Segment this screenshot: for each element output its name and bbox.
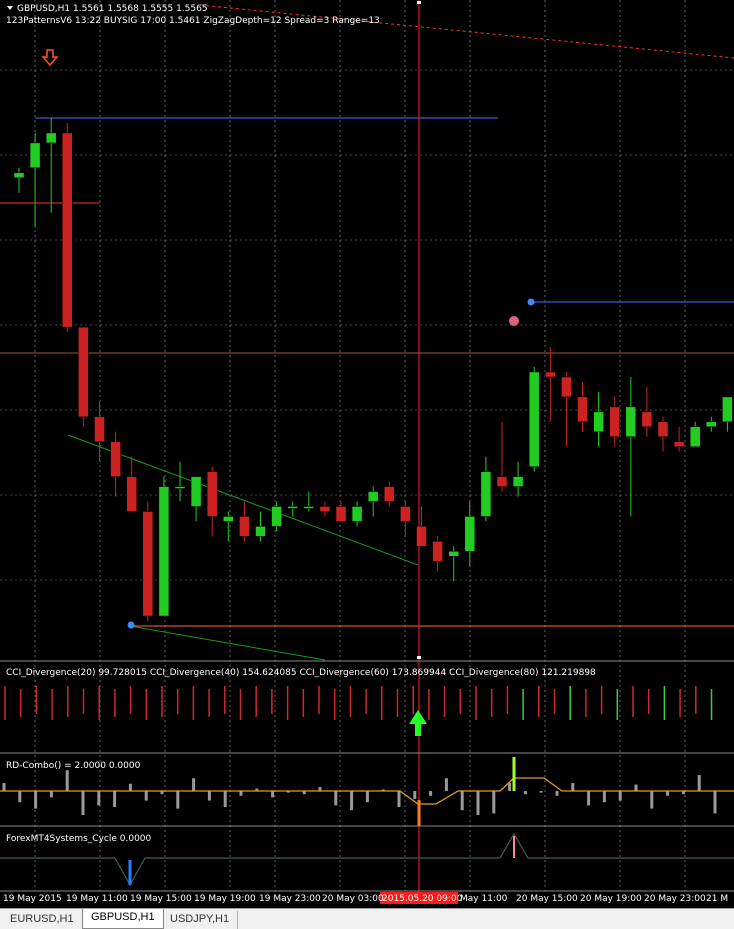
time-axis-label: 21 M	[706, 894, 728, 904]
symbol-tab-bar: EURUSD,H1 GBPUSD,H1 USDJPY,H1	[0, 908, 734, 929]
crosshair-handle-top[interactable]	[417, 1, 421, 4]
time-axis-label: 2015.05.20 09:00	[382, 894, 463, 904]
cci-divergence-panel[interactable]	[4, 686, 713, 720]
candle-body	[335, 506, 347, 522]
candle-body	[384, 486, 395, 502]
candle-body	[255, 526, 266, 537]
candle-body	[287, 506, 298, 509]
time-axis-label: 19 May 23:00	[259, 894, 321, 904]
candle-body	[158, 486, 170, 617]
candle-body	[657, 421, 669, 437]
candle-body	[319, 506, 331, 512]
candle-body	[673, 441, 685, 447]
candle-body	[13, 172, 25, 179]
candle-body	[432, 541, 443, 562]
time-axis-label: 19 May 19:00	[194, 894, 256, 904]
candle-body	[593, 411, 604, 433]
time-axis-label: 20 May 03:00	[322, 894, 384, 904]
candle-body	[367, 491, 379, 502]
mt4-chart-window[interactable]: GBPUSD,H1 1.5561 1.5568 1.5555 1.5565 12…	[0, 0, 734, 908]
candle-body	[416, 526, 427, 547]
candle-body	[641, 411, 653, 428]
candle-body	[464, 516, 476, 552]
tab-gbpusd[interactable]: GBPUSD,H1	[82, 909, 164, 929]
cci-panel-label: CCI_Divergence(20) 99.728015 CCI_Diverge…	[6, 668, 596, 678]
main-price-panel[interactable]	[0, 0, 734, 660]
time-axis-label: 19 May 2015	[3, 894, 62, 904]
candle-body	[206, 471, 218, 517]
candle-body	[110, 441, 121, 477]
cycle-panel-label: ForexMT4Systems_Cycle 0.0000	[6, 834, 152, 844]
candle-body	[190, 476, 202, 507]
time-axis-label: 19 May 11:00	[66, 894, 128, 904]
symbol-info-label: GBPUSD,H1 1.5561 1.5568 1.5555 1.5565	[17, 4, 208, 14]
time-axis-label: 20 May 23:00	[644, 894, 706, 904]
candle-body	[62, 132, 73, 328]
candle-body	[174, 486, 186, 489]
candle-body	[689, 426, 701, 447]
candle-body	[303, 506, 315, 509]
time-axis-label: 20 May 15:00	[516, 894, 578, 904]
pivot-low-dot	[127, 621, 135, 629]
candle-body	[512, 476, 524, 487]
candle-body	[722, 396, 733, 423]
tab-usdjpy[interactable]: USDJPY,H1	[162, 911, 239, 929]
pattern-dot	[509, 316, 519, 326]
candle-body	[142, 511, 154, 617]
candle-body	[561, 376, 572, 398]
pattern-info-label: 123PatternsV6 13:22 BUYSIG 17:00 1.5461 …	[6, 16, 380, 26]
crosshair-handle-bottom[interactable]	[417, 656, 421, 659]
candle-body	[480, 471, 492, 517]
candle-body	[94, 416, 105, 442]
time-axis-label: May 11:00	[460, 894, 508, 904]
candle-body	[45, 132, 57, 144]
candle-body	[496, 476, 508, 487]
candle-body	[609, 406, 620, 437]
candle-body	[78, 326, 89, 418]
candle-body	[223, 516, 234, 522]
candle-body	[528, 371, 540, 467]
pivot-high-dot	[527, 298, 535, 306]
candle-body	[239, 516, 250, 537]
candle-body	[448, 551, 459, 557]
candle-body	[545, 371, 556, 378]
candle-body	[351, 506, 363, 522]
candle-body	[400, 506, 411, 522]
up-arrow-signal-icon	[409, 710, 427, 736]
tab-eurusd[interactable]: EURUSD,H1	[2, 911, 83, 929]
time-axis-label: 20 May 19:00	[580, 894, 642, 904]
candle-body	[29, 142, 41, 169]
candle-body	[271, 506, 282, 527]
candle-body	[126, 476, 137, 512]
time-axis-label: 19 May 15:00	[130, 894, 192, 904]
candle-body	[625, 406, 637, 437]
rd-panel-label: RD-Combo() = 2.0000 0.0000	[6, 761, 141, 771]
candle-body	[577, 396, 588, 423]
candle-body	[706, 421, 717, 428]
time-axis: 19 May 2015 19 May 11:00 19 May 15:00 19 Ma…	[3, 894, 728, 904]
